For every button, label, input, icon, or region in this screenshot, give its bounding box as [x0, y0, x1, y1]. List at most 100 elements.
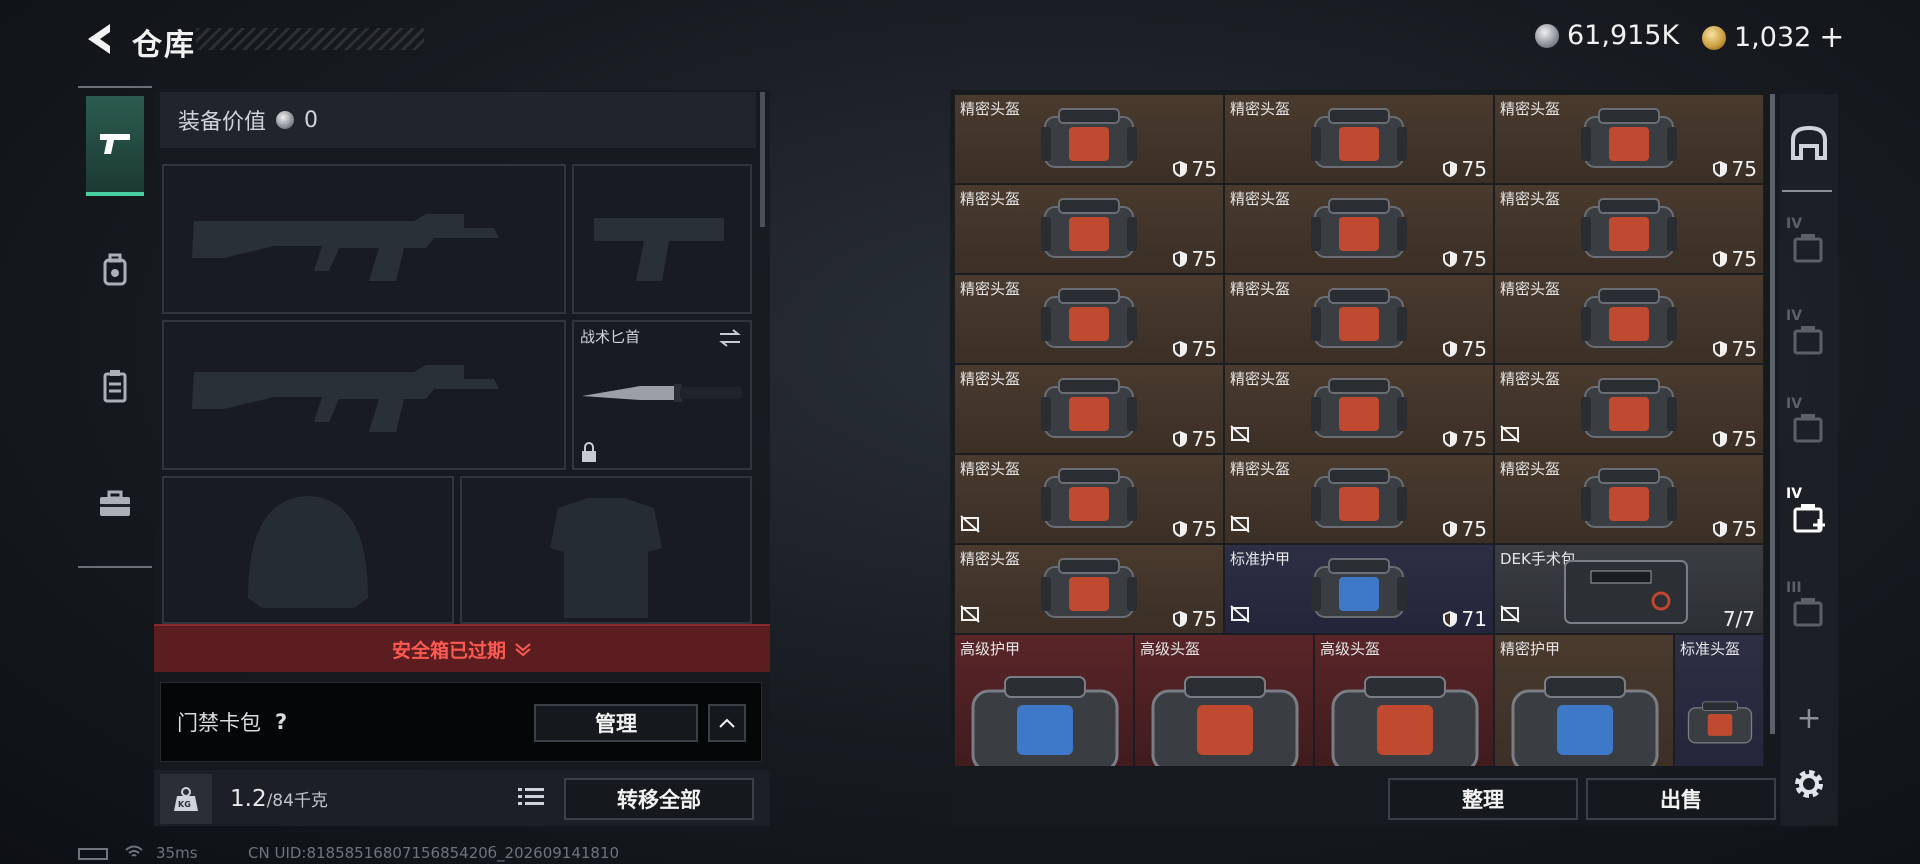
inventory-item-large[interactable]: 标准头盔: [1674, 634, 1764, 766]
item-bag-icon: [1311, 288, 1407, 348]
item-bag-icon: [1311, 378, 1407, 438]
inventory-item-large[interactable]: 高级头盔: [1314, 634, 1494, 766]
sort-button[interactable]: 整理: [1388, 778, 1578, 820]
item-bag-icon: [1581, 198, 1677, 258]
durability-shield-icon: [1712, 341, 1727, 357]
container-icon: [1793, 234, 1823, 263]
inventory-item-large[interactable]: 高级头盔: [1134, 634, 1314, 766]
inventory-item-large[interactable]: 精密护甲: [1494, 634, 1674, 766]
sell-button[interactable]: 出售: [1586, 778, 1776, 820]
inventory-item-large[interactable]: 高级护甲: [954, 634, 1134, 766]
inventory-item[interactable]: 精密头盔 75: [1494, 94, 1764, 184]
gold-plus-button[interactable]: +: [1819, 20, 1844, 55]
inventory-item[interactable]: 精密头盔 75: [954, 274, 1224, 364]
equipment-scrollbar[interactable]: [760, 92, 765, 227]
backpack-icon: [103, 253, 127, 286]
inventory-item[interactable]: 精密头盔 75: [1494, 364, 1764, 454]
pistol-icon: [100, 134, 130, 154]
item-name: 精密护甲: [1500, 640, 1561, 658]
expand-button[interactable]: [708, 704, 746, 742]
item-durability: 75: [1172, 337, 1217, 361]
silver-currency: 61,915K: [1535, 20, 1679, 51]
nav-tab-backpack[interactable]: [86, 220, 144, 320]
item-bag-icon: [1041, 558, 1137, 618]
item-durability: 75: [1712, 247, 1757, 271]
item-gear-icon: [1331, 676, 1479, 766]
item-name: 标准护甲: [1230, 550, 1291, 568]
not-insured-icon: [1230, 425, 1250, 443]
inventory-scrollbar[interactable]: [1770, 94, 1775, 734]
equipment-value: 0: [304, 107, 319, 133]
container-icon: [1793, 504, 1825, 533]
item-bag-icon: [1041, 468, 1137, 528]
armor-slot[interactable]: [460, 476, 752, 624]
silver-amount: 61,915K: [1567, 20, 1680, 51]
sidebar-settings[interactable]: [1782, 742, 1836, 826]
help-icon[interactable]: ?: [275, 710, 287, 734]
helmet-slot[interactable]: [162, 476, 454, 624]
item-durability: 75: [1172, 157, 1217, 181]
inventory-item[interactable]: DEK手术包 7/7: [1494, 544, 1764, 634]
rifle-silhouette-icon: [192, 365, 499, 432]
item-name: 精密头盔: [1230, 460, 1291, 478]
inventory-item[interactable]: 精密头盔 75: [954, 454, 1224, 544]
secondary-weapon-slot[interactable]: [572, 164, 752, 314]
not-insured-badge: [1230, 605, 1250, 627]
sidebar-divider: [1782, 190, 1832, 192]
transfer-all-button[interactable]: 转移全部: [564, 778, 754, 820]
durability-value: 75: [1731, 337, 1757, 361]
nav-tab-vest[interactable]: [86, 336, 144, 436]
gold-amount: 1,032: [1734, 22, 1812, 53]
container-icon: [1793, 414, 1823, 443]
vault-icon: [1791, 125, 1827, 160]
item-bag-icon: [1311, 198, 1407, 258]
manage-button[interactable]: 管理: [534, 704, 698, 742]
inventory-item[interactable]: 精密头盔 75: [1224, 184, 1494, 274]
item-durability: 75: [1442, 517, 1487, 541]
durability-shield-icon: [1712, 251, 1727, 267]
swap-icon[interactable]: [718, 328, 742, 348]
nav-tab-weapons[interactable]: [86, 96, 144, 196]
briefcase-icon: [100, 490, 130, 516]
inventory-item[interactable]: 精密头盔 75: [1494, 274, 1764, 364]
inventory-item[interactable]: 精密头盔 75: [1494, 454, 1764, 544]
safebox-expired-banner[interactable]: 安全箱已过期: [154, 624, 770, 672]
not-insured-icon: [1500, 605, 1520, 623]
inventory-item[interactable]: 精密头盔 75: [954, 184, 1224, 274]
item-name: 高级护甲: [960, 640, 1021, 658]
item-name: 精密头盔: [1230, 370, 1291, 388]
durability-value: 75: [1461, 247, 1487, 271]
inventory-item[interactable]: 标准护甲 71: [1224, 544, 1494, 634]
nav-tab-case[interactable]: [86, 454, 144, 554]
melee-weapon-slot[interactable]: 战术匕首: [572, 320, 752, 470]
sidebar-container-tab[interactable]: III: [1782, 570, 1836, 654]
durability-shield-icon: [1442, 431, 1457, 447]
inventory-item[interactable]: 精密头盔 75: [954, 544, 1224, 634]
sidebar-container-tab[interactable]: IV: [1782, 386, 1836, 470]
inventory-item[interactable]: 精密头盔 75: [1224, 274, 1494, 364]
inventory-item[interactable]: 精密头盔 75: [1224, 364, 1494, 454]
sidebar-container-tab[interactable]: IV: [1782, 206, 1836, 290]
sidebar-vault[interactable]: [1782, 100, 1836, 184]
inventory-item[interactable]: 精密头盔 75: [1494, 184, 1764, 274]
item-durability: 75: [1172, 517, 1217, 541]
durability-shield-icon: [1442, 161, 1457, 177]
inventory-item[interactable]: 精密头盔 75: [1224, 94, 1494, 184]
gold-currency[interactable]: 1,032 +: [1702, 20, 1844, 55]
item-gear-icon: [1511, 676, 1659, 766]
item-durability: 75: [1172, 607, 1217, 631]
item-durability: 71: [1442, 607, 1487, 631]
secondary-rifle-slot[interactable]: [162, 320, 566, 470]
list-view-icon[interactable]: [518, 786, 544, 812]
back-arrow-icon[interactable]: [80, 20, 114, 58]
tab-tier: IV: [1786, 216, 1803, 232]
item-bag-icon: [1581, 108, 1677, 168]
sidebar-container-tab[interactable]: IV: [1782, 298, 1836, 382]
item-bag-icon: [1581, 468, 1677, 528]
melee-label: 战术匕首: [580, 328, 641, 346]
sidebar-container-tab[interactable]: IV: [1782, 476, 1836, 560]
inventory-item[interactable]: 精密头盔 75: [954, 364, 1224, 454]
primary-weapon-slot[interactable]: [162, 164, 566, 314]
inventory-item[interactable]: 精密头盔 75: [1224, 454, 1494, 544]
inventory-item[interactable]: 精密头盔 75: [954, 94, 1224, 184]
